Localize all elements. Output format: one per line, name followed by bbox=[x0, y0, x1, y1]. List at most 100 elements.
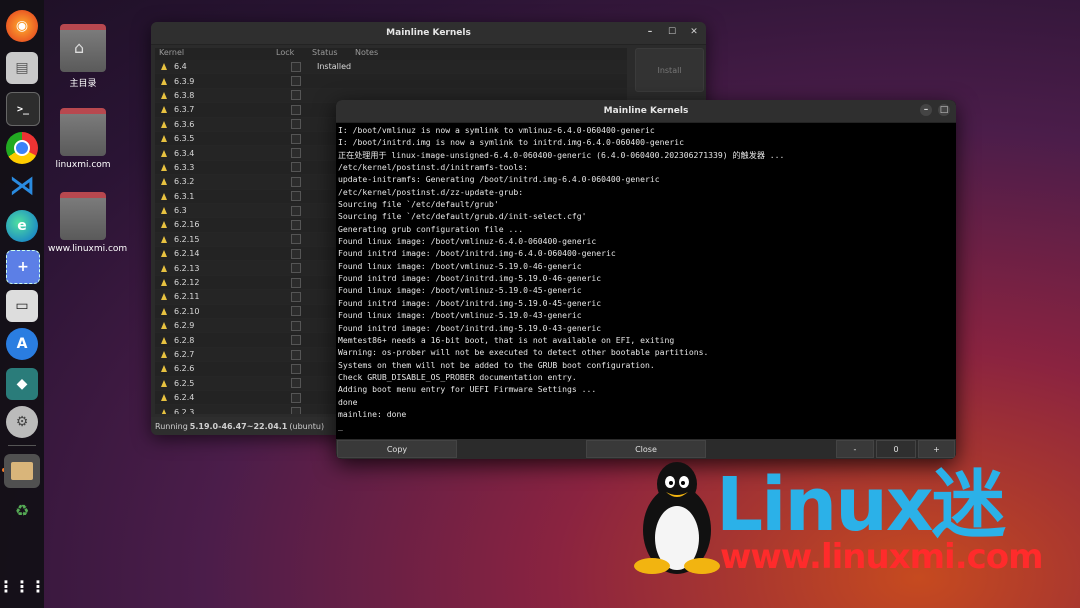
app-icon[interactable]: ◆ bbox=[6, 368, 38, 400]
copy-button[interactable]: Copy bbox=[337, 440, 457, 458]
lock-checkbox[interactable] bbox=[291, 62, 301, 72]
files-icon[interactable]: ▤ bbox=[6, 52, 38, 84]
chrome-icon[interactable] bbox=[6, 132, 38, 164]
app-grid-icon[interactable]: ⋮⋮⋮ bbox=[6, 570, 38, 602]
lock-checkbox[interactable] bbox=[291, 220, 301, 230]
lock-checkbox[interactable] bbox=[291, 407, 301, 414]
lock-checkbox[interactable] bbox=[291, 206, 301, 216]
settings-icon[interactable]: ⚙ bbox=[6, 406, 38, 438]
warning-icon bbox=[161, 380, 167, 387]
terminal-line: 正在处理用于 linux-image-unsigned-6.4.0-060400… bbox=[338, 149, 954, 161]
warning-icon bbox=[161, 394, 167, 401]
terminal-icon[interactable]: >_ bbox=[6, 92, 40, 126]
desktop-icon-label: www.linuxmi.com bbox=[48, 244, 118, 254]
warning-icon bbox=[161, 409, 167, 414]
zoom-value: 0 bbox=[876, 440, 916, 458]
window-titlebar[interactable]: Mainline Kernels – □ bbox=[336, 100, 956, 123]
kernel-version: 6.2.9 bbox=[174, 321, 272, 330]
dock: ◉ ▤ >_ ⋊ e + ▭ A ◆ ⚙ ♻ ⋮⋮⋮ bbox=[0, 0, 44, 608]
lock-checkbox[interactable] bbox=[291, 105, 301, 115]
table-row[interactable]: 6.3.9 bbox=[155, 74, 627, 88]
lock-checkbox[interactable] bbox=[291, 148, 301, 158]
folder-icon: ⌂ bbox=[60, 24, 106, 72]
lock-checkbox[interactable] bbox=[291, 393, 301, 403]
lock-checkbox[interactable] bbox=[291, 263, 301, 273]
status-prefix: Running bbox=[155, 422, 188, 431]
column-kernel[interactable]: Kernel bbox=[155, 48, 276, 60]
lock-checkbox[interactable] bbox=[291, 364, 301, 374]
lock-checkbox[interactable] bbox=[291, 350, 301, 360]
terminal-footer: Copy Close - 0 + bbox=[336, 439, 956, 459]
lock-checkbox[interactable] bbox=[291, 90, 301, 100]
lock-checkbox[interactable] bbox=[291, 249, 301, 259]
lock-checkbox[interactable] bbox=[291, 378, 301, 388]
lock-checkbox[interactable] bbox=[291, 306, 301, 316]
kernel-version: 6.4 bbox=[174, 62, 272, 71]
warning-icon bbox=[161, 221, 167, 228]
column-lock[interactable]: Lock bbox=[276, 48, 312, 60]
lock-checkbox[interactable] bbox=[291, 76, 301, 86]
maximize-icon[interactable]: ☐ bbox=[666, 26, 678, 38]
terminal-line: Found initrd image: /boot/initrd.img-5.1… bbox=[338, 322, 954, 334]
folder-icon bbox=[60, 108, 106, 156]
column-notes[interactable]: Notes bbox=[355, 48, 378, 60]
disks-icon[interactable]: ▭ bbox=[6, 290, 38, 322]
warning-icon bbox=[161, 193, 167, 200]
vscode-icon[interactable]: ⋊ bbox=[6, 170, 38, 202]
lock-checkbox[interactable] bbox=[291, 278, 301, 288]
zoom-in-button[interactable]: + bbox=[918, 440, 955, 458]
warning-icon bbox=[161, 106, 167, 113]
terminal-line: Systems on them will not be added to the… bbox=[338, 359, 954, 371]
warning-icon bbox=[161, 308, 167, 315]
close-button[interactable]: Close bbox=[586, 440, 706, 458]
warning-icon bbox=[161, 337, 167, 344]
kernel-version: 6.2.3 bbox=[174, 408, 272, 414]
warning-icon bbox=[161, 178, 167, 185]
lock-checkbox[interactable] bbox=[291, 321, 301, 331]
trash-icon[interactable]: ♻ bbox=[6, 494, 38, 526]
warning-icon bbox=[161, 236, 167, 243]
terminal-line: Found linux image: /boot/vmlinuz-5.19.0-… bbox=[338, 309, 954, 321]
zoom-out-button[interactable]: - bbox=[836, 440, 874, 458]
desktop-icon-home[interactable]: ⌂ 主目录 bbox=[48, 24, 118, 89]
lock-checkbox[interactable] bbox=[291, 191, 301, 201]
lock-checkbox[interactable] bbox=[291, 292, 301, 302]
install-button[interactable]: Install bbox=[635, 48, 704, 92]
warning-icon bbox=[161, 78, 167, 85]
table-row[interactable]: 6.4Installed bbox=[155, 60, 627, 74]
desktop-icon-linuxmi[interactable]: linuxmi.com bbox=[48, 108, 118, 170]
lock-checkbox[interactable] bbox=[291, 234, 301, 244]
terminal-line: Check GRUB_DISABLE_OS_PROBER documentati… bbox=[338, 371, 954, 383]
lock-checkbox[interactable] bbox=[291, 119, 301, 129]
firefox-icon[interactable]: ◉ bbox=[6, 10, 38, 42]
minimize-icon[interactable]: – bbox=[644, 26, 656, 38]
close-icon[interactable]: ✕ bbox=[688, 26, 700, 38]
lock-checkbox[interactable] bbox=[291, 162, 301, 172]
install-log-window: Mainline Kernels – □ I: /boot/vmlinuz is… bbox=[336, 100, 956, 459]
kernel-version: 6.3.3 bbox=[174, 163, 272, 172]
lock-checkbox[interactable] bbox=[291, 134, 301, 144]
mainline-icon[interactable] bbox=[4, 454, 40, 488]
edge-icon[interactable]: e bbox=[6, 210, 38, 242]
kernel-version: 6.3.7 bbox=[174, 105, 272, 114]
terminal-line: Sourcing file `/etc/default/grub' bbox=[338, 198, 954, 210]
warning-icon bbox=[161, 92, 167, 99]
kernel-version: 6.3 bbox=[174, 206, 272, 215]
window-titlebar[interactable]: Mainline Kernels – ☐ ✕ bbox=[151, 22, 706, 45]
screenshot-icon[interactable]: + bbox=[6, 250, 40, 284]
minimize-icon[interactable]: – bbox=[920, 104, 932, 116]
warning-icon bbox=[161, 279, 167, 286]
maximize-icon[interactable]: □ bbox=[938, 104, 950, 116]
terminal-line: Found linux image: /boot/vmlinuz-6.4.0-0… bbox=[338, 235, 954, 247]
kernel-version: 6.2.5 bbox=[174, 379, 272, 388]
lock-checkbox[interactable] bbox=[291, 335, 301, 345]
terminal-line: Sourcing file `/etc/default/grub.d/init-… bbox=[338, 210, 954, 222]
status-suffix: (ubuntu) bbox=[289, 422, 324, 431]
desktop-icon-www-linuxmi[interactable]: www.linuxmi.com bbox=[48, 192, 118, 254]
terminal-output[interactable]: I: /boot/vmlinuz is now a symlink to vml… bbox=[338, 123, 954, 439]
app-store-icon[interactable]: A bbox=[6, 328, 38, 360]
warning-icon bbox=[161, 365, 167, 372]
terminal-line: update-initramfs: Generating /boot/initr… bbox=[338, 173, 954, 185]
column-status[interactable]: Status bbox=[312, 48, 355, 60]
lock-checkbox[interactable] bbox=[291, 177, 301, 187]
